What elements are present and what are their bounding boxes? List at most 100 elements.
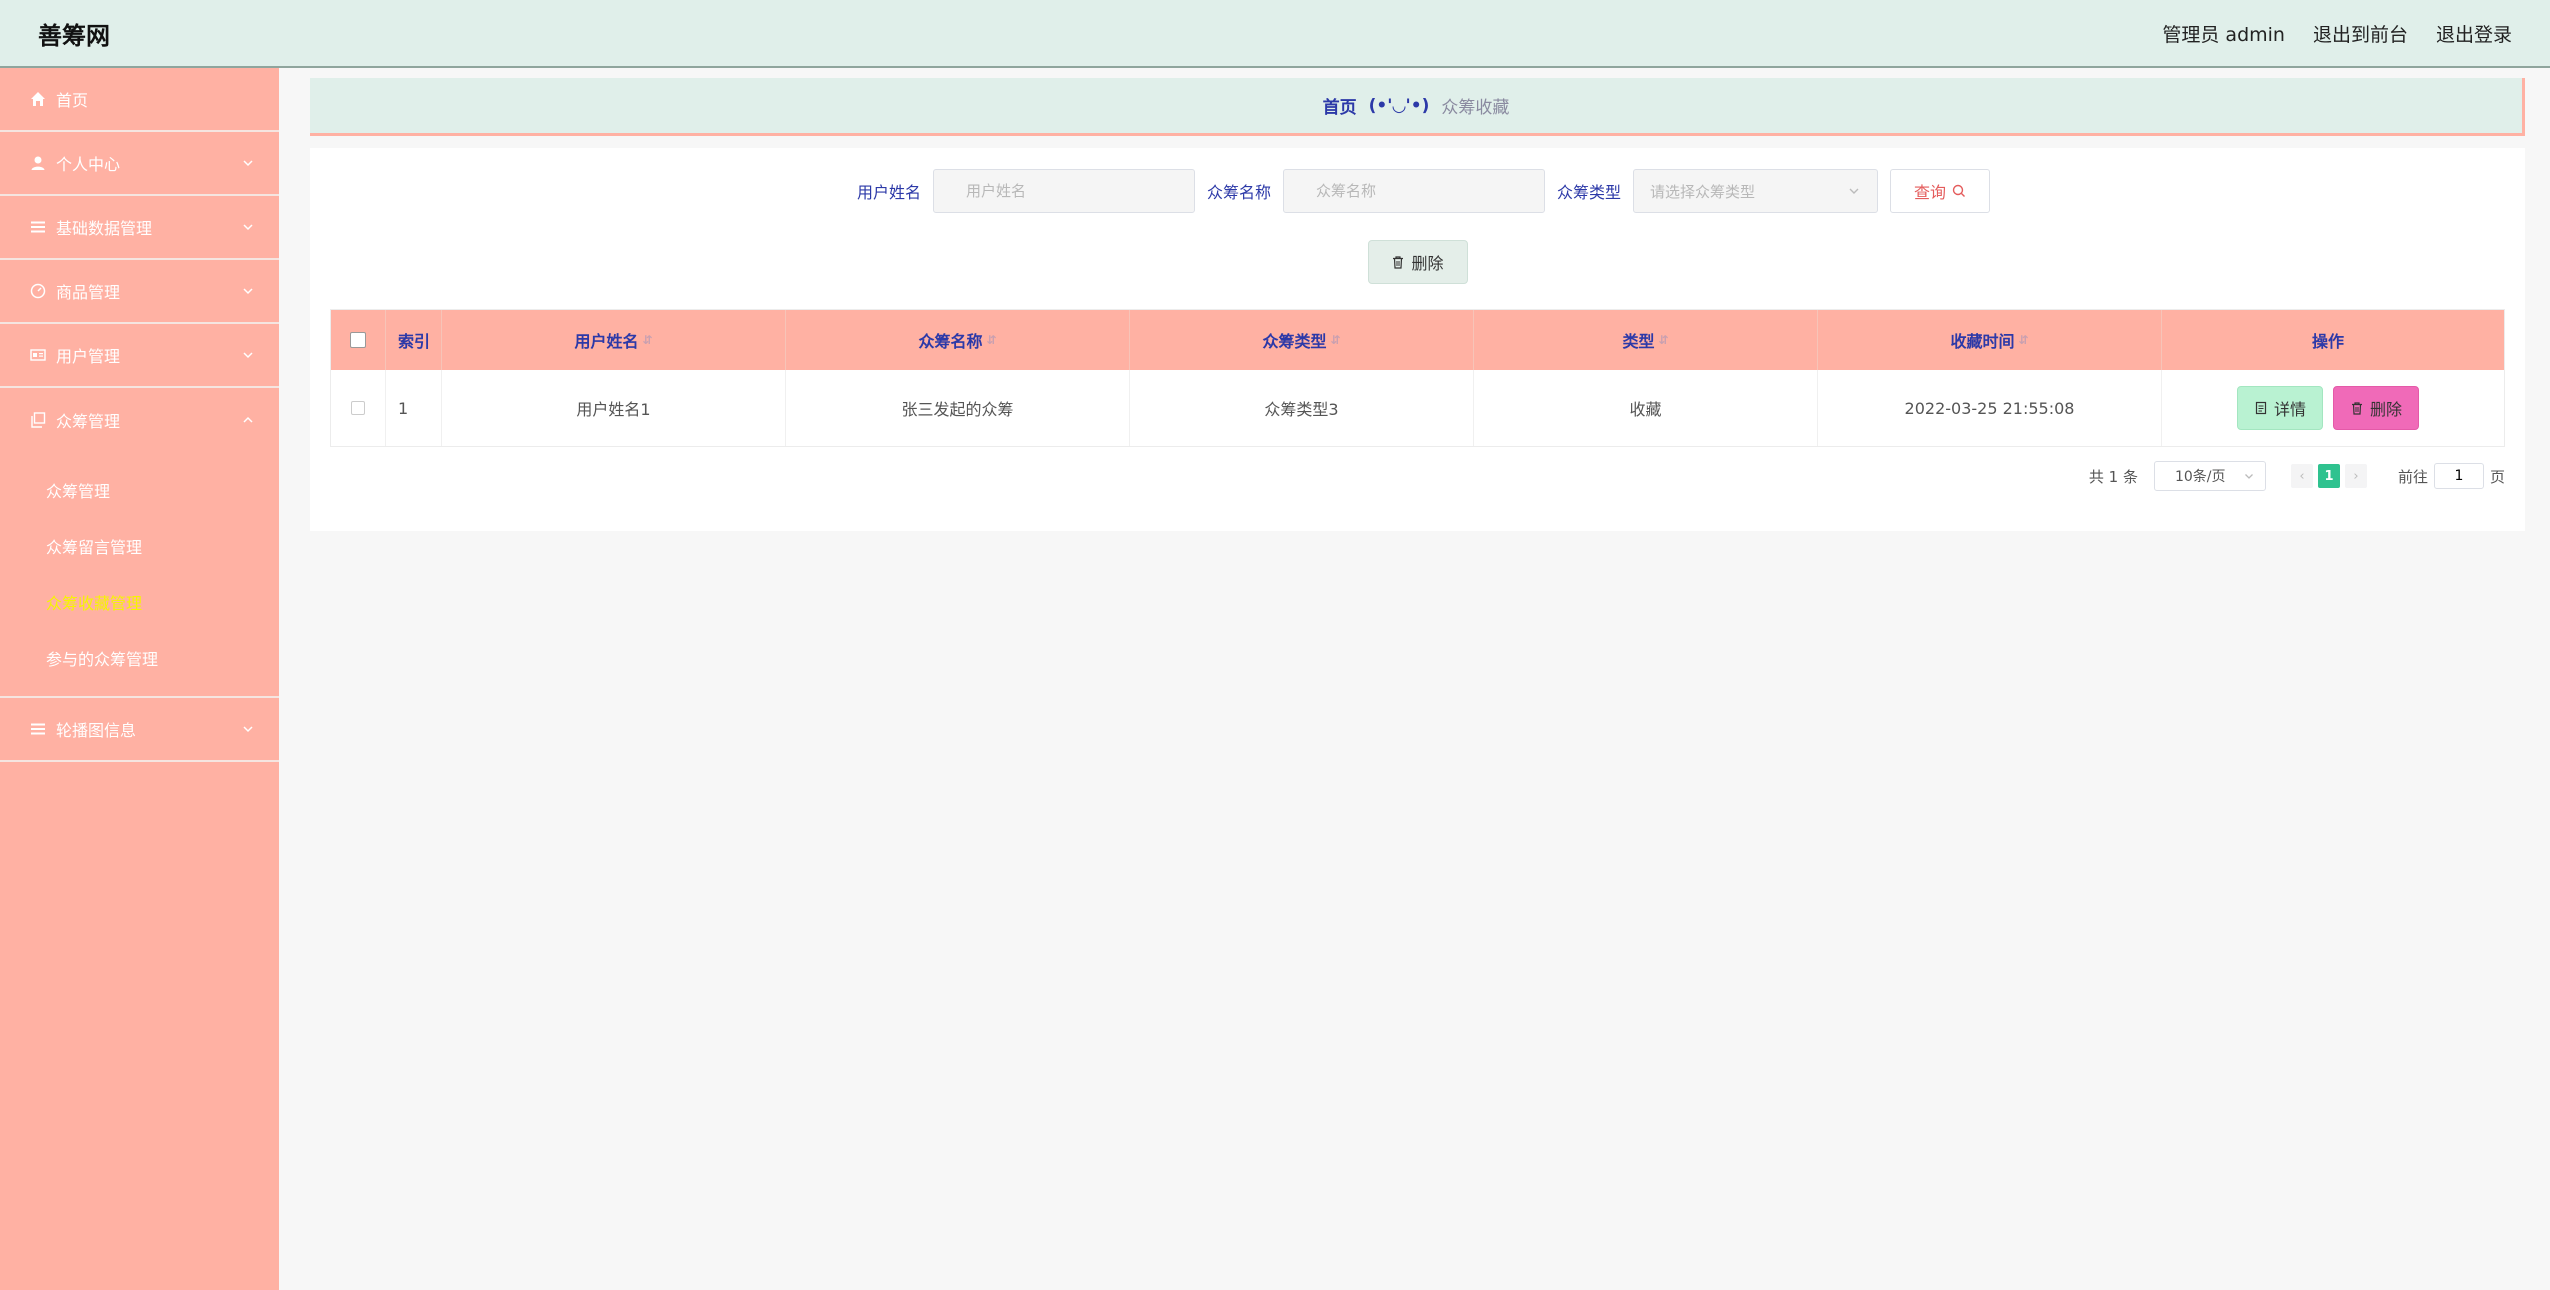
bulk-delete-label: 删除: [1411, 254, 1444, 273]
dashboard-icon: [28, 281, 48, 301]
row-checkbox-cell: [331, 370, 386, 446]
column-header-actions: 操作: [2311, 332, 2344, 351]
sidebar-item-basic-data[interactable]: 基础数据管理: [0, 196, 279, 260]
trash-icon: [2350, 401, 2364, 415]
select-placeholder: 请选择众筹类型: [1650, 182, 1756, 201]
sidebar: 首页 个人中心 基础数据管理 商品管理 用户管理 众筹管理 众筹管理 众筹留言管…: [0, 68, 279, 1290]
column-header-crowd-type[interactable]: 众筹类型 ⇵: [1130, 310, 1474, 370]
row-delete-label: 删除: [2369, 400, 2402, 419]
sidebar-item-label: 基础数据管理: [56, 219, 153, 238]
back-to-front-link[interactable]: 退出到前台: [2313, 20, 2408, 47]
column-header-time[interactable]: 收藏时间 ⇵: [1818, 310, 2162, 370]
cell-actions: 详情 删除: [2162, 370, 2494, 446]
crowdfunding-name-input[interactable]: [1283, 169, 1545, 213]
chevron-left-icon: ‹: [2299, 468, 2305, 484]
crowdfunding-type-select[interactable]: 请选择众筹类型: [1633, 169, 1879, 213]
chevron-right-icon: ›: [2353, 468, 2359, 484]
cell-crowd-type: 众筹类型3: [1130, 370, 1474, 446]
breadcrumb-home[interactable]: 首页: [1323, 93, 1357, 118]
brand-title: 善筹网: [38, 21, 110, 50]
column-header-index: 索引: [386, 310, 442, 370]
content-card: 用户姓名 众筹名称 众筹类型 请选择众筹类型 查询: [310, 148, 2525, 531]
chevron-down-icon: [1847, 184, 1861, 198]
page-number-button[interactable]: 1: [2317, 464, 2340, 488]
sidebar-item-label: 商品管理: [56, 283, 121, 302]
goto-suffix: 页: [2489, 467, 2505, 486]
sidebar-item-label: 个人中心: [56, 155, 121, 174]
column-header-type[interactable]: 类型 ⇵: [1474, 310, 1818, 370]
header-actions: 管理员 admin 退出到前台 退出登录: [2162, 20, 2512, 47]
sidebar-item-home[interactable]: 首页: [0, 68, 279, 132]
goto-page-input[interactable]: [2433, 463, 2484, 489]
document-icon: [2254, 401, 2268, 415]
sidebar-subitem-favorite-manage[interactable]: 众筹收藏管理: [0, 574, 279, 630]
sidebar-item-crowdfunding[interactable]: 众筹管理: [0, 388, 279, 452]
column-header-username[interactable]: 用户姓名 ⇵: [442, 310, 786, 370]
search-form: 用户姓名 众筹名称 众筹类型 请选择众筹类型 查询: [330, 168, 2505, 214]
cell-type: 收藏: [1474, 370, 1818, 446]
sidebar-item-label: 首页: [56, 91, 89, 110]
sort-icon: ⇵: [986, 333, 997, 347]
cell-username: 用户姓名1: [442, 370, 786, 446]
query-button[interactable]: 查询: [1890, 169, 1991, 213]
cell-name: 张三发起的众筹: [786, 370, 1130, 446]
sidebar-item-personal[interactable]: 个人中心: [0, 132, 279, 196]
chevron-down-icon: [241, 348, 255, 362]
goto-label: 前往: [2397, 467, 2428, 486]
crowdfunding-submenu: 众筹管理 众筹留言管理 众筹收藏管理 参与的众筹管理: [0, 452, 279, 698]
chevron-down-icon: [2243, 470, 2255, 482]
chevron-down-icon: [241, 220, 255, 234]
chevron-down-icon: [241, 156, 255, 170]
sidebar-item-label: 轮播图信息: [56, 721, 137, 740]
page-size-select[interactable]: 10条/页: [2153, 461, 2266, 491]
crowdfunding-name-label: 众筹名称: [1206, 183, 1271, 202]
chevron-down-icon: [241, 722, 255, 736]
sort-icon: ⇵: [2018, 333, 2029, 347]
username-input[interactable]: [932, 169, 1195, 213]
page-size-value: 10条/页: [2174, 469, 2226, 485]
home-icon: [28, 89, 48, 109]
bulk-actions: 删除: [330, 240, 2505, 284]
cell-index: 1: [386, 370, 442, 446]
top-header: 善筹网 管理员 admin 退出到前台 退出登录: [0, 0, 2550, 68]
cell-time: 2022-03-25 21:55:08: [1818, 370, 2162, 446]
list-icon: [28, 719, 48, 739]
search-icon: [1952, 184, 1966, 198]
sidebar-item-label: 众筹管理: [56, 412, 121, 431]
username-label: 用户姓名: [856, 183, 921, 202]
detail-button[interactable]: 详情: [2237, 386, 2323, 430]
main-content: 首页 (•'◡'•) 众筹收藏 用户姓名 众筹名称 众筹类型 请选择众筹类型 查…: [310, 78, 2525, 531]
detail-button-label: 详情: [2273, 400, 2306, 419]
chevron-up-icon: [241, 413, 255, 427]
sidebar-item-carousel[interactable]: 轮播图信息: [0, 698, 279, 762]
query-button-label: 查询: [1914, 183, 1947, 202]
prev-page-button[interactable]: ‹: [2290, 464, 2313, 488]
sidebar-subitem-crowdfunding-manage[interactable]: 众筹管理: [0, 462, 279, 518]
breadcrumb-current: 众筹收藏: [1441, 98, 1510, 118]
copy-icon: [28, 410, 48, 430]
admin-label: 管理员 admin: [2162, 23, 2285, 46]
breadcrumb-separator: (•'◡'•): [1368, 95, 1430, 116]
table-header: 索引 用户姓名 ⇵ 众筹名称 ⇵ 众筹类型 ⇵ 类型 ⇵ 收藏时间 ⇵ 操作: [331, 310, 2504, 370]
favorites-table: 索引 用户姓名 ⇵ 众筹名称 ⇵ 众筹类型 ⇵ 类型 ⇵ 收藏时间 ⇵ 操作 1 用户姓名…: [330, 309, 2505, 447]
sort-icon: ⇵: [1658, 333, 1669, 347]
sidebar-item-users[interactable]: 用户管理: [0, 324, 279, 388]
sidebar-item-goods[interactable]: 商品管理: [0, 260, 279, 324]
row-checkbox[interactable]: [351, 401, 365, 415]
crowdfunding-type-label: 众筹类型: [1557, 183, 1622, 202]
header-checkbox-cell: [331, 310, 386, 370]
id-card-icon: [28, 345, 48, 365]
row-delete-button[interactable]: 删除: [2333, 386, 2419, 430]
pagination-total: 共 1 条: [2088, 467, 2138, 486]
sidebar-item-label: 用户管理: [56, 347, 121, 366]
next-page-button[interactable]: ›: [2344, 464, 2367, 488]
trash-icon: [1391, 255, 1405, 269]
sidebar-subitem-joined-manage[interactable]: 参与的众筹管理: [0, 630, 279, 686]
table-row: 1 用户姓名1 张三发起的众筹 众筹类型3 收藏 2022-03-25 21:5…: [331, 370, 2504, 446]
select-all-checkbox[interactable]: [350, 332, 366, 348]
logout-link[interactable]: 退出登录: [2436, 20, 2512, 47]
chevron-down-icon: [241, 284, 255, 298]
bulk-delete-button[interactable]: 删除: [1367, 240, 1468, 284]
sidebar-subitem-message-manage[interactable]: 众筹留言管理: [0, 518, 279, 574]
column-header-name[interactable]: 众筹名称 ⇵: [786, 310, 1130, 370]
